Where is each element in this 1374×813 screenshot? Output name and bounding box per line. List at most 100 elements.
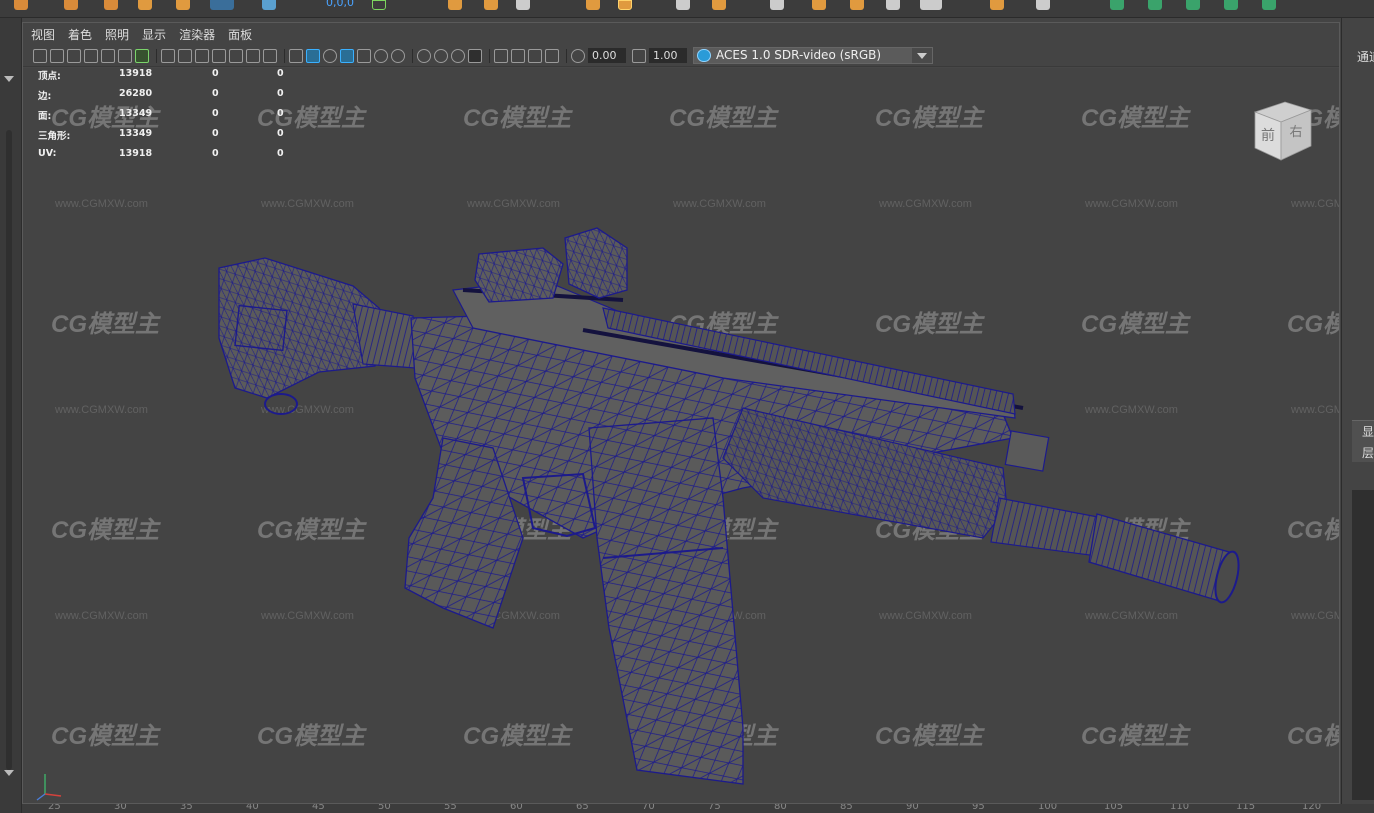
- menu-renderer[interactable]: 渲染器: [179, 26, 215, 43]
- lock-camera-icon[interactable]: [50, 48, 64, 63]
- color-space-label: ACES 1.0 SDR-video (sRGB): [716, 48, 882, 62]
- shelf-boolean-icon[interactable]: [712, 0, 726, 10]
- wireframe-on-shaded-icon[interactable]: [340, 48, 354, 63]
- shelf-cube-icon[interactable]: [676, 0, 690, 10]
- motion-blur-icon[interactable]: [434, 48, 448, 63]
- camera-attributes-icon[interactable]: [67, 48, 81, 63]
- display-tab[interactable]: 显: [1362, 423, 1374, 440]
- collapse-down-icon[interactable]: [4, 770, 14, 776]
- shelf-uv-icon-1[interactable]: [1110, 0, 1124, 10]
- shelf-light-icon[interactable]: [176, 0, 190, 10]
- shelf-render-icon[interactable]: [210, 0, 234, 10]
- film-gate-icon[interactable]: [178, 48, 192, 63]
- select-camera-icon[interactable]: [33, 48, 47, 63]
- textured-icon[interactable]: [357, 48, 371, 63]
- shelf-tool-icon[interactable]: [138, 0, 152, 10]
- color-space-dropdown[interactable]: ACES 1.0 SDR-video (sRGB): [693, 47, 933, 64]
- shelf-merge-icon[interactable]: [618, 0, 632, 10]
- safe-action-icon[interactable]: [246, 48, 260, 63]
- shelf-extrude-icon[interactable]: [448, 0, 462, 10]
- bookmark-icon[interactable]: [84, 48, 98, 63]
- 3d-viewport[interactable]: CG模型主 www.CGMXW.com CG模型主 www.CGMXW.com CG模型…: [23, 68, 1339, 803]
- gamma-icon[interactable]: [632, 48, 646, 63]
- ruler-tick: 80: [774, 804, 787, 812]
- shelf-cone-icon[interactable]: [64, 0, 78, 10]
- wireframe-icon[interactable]: [289, 48, 303, 63]
- shelf-grid-icon[interactable]: [516, 0, 530, 10]
- anti-aliasing-icon[interactable]: [451, 48, 465, 63]
- screen-space-ao-icon[interactable]: [417, 48, 431, 63]
- use-lights-icon[interactable]: [374, 48, 388, 63]
- shadows-icon[interactable]: [391, 48, 405, 63]
- channel-box-tab[interactable]: 通道: [1357, 48, 1374, 65]
- grease-pencil-icon[interactable]: [135, 48, 149, 63]
- layer-tab[interactable]: 层: [1362, 444, 1374, 461]
- ruler-tick: 70: [642, 804, 655, 812]
- time-ruler[interactable]: 25 30 35 40 45 50 55 60 65 70 75 80 85 90 95 100 105 110 1…: [22, 804, 1374, 813]
- rifle-wireframe-model: [218, 227, 1240, 785]
- shelf-separate-icon[interactable]: [850, 0, 864, 10]
- ruler-tick: 90: [906, 804, 919, 812]
- collapse-up-icon[interactable]: [4, 76, 14, 82]
- viewport-panel: 视图 着色 照明 显示 渲染器 面板 0.00 1.00 ACES 1.0 SD…: [22, 22, 1340, 804]
- shelf-bevel-icon[interactable]: [484, 0, 498, 10]
- ruler-tick: 85: [840, 804, 853, 812]
- smooth-shade-icon[interactable]: [306, 48, 320, 63]
- shelf-uv-icon-3[interactable]: [1186, 0, 1200, 10]
- rifle-optic: [474, 227, 628, 303]
- layer-list[interactable]: [1352, 490, 1374, 800]
- shelf-uv-icon-4[interactable]: [1224, 0, 1238, 10]
- ruler-tick: 35: [180, 804, 193, 812]
- shelf-smooth-icon[interactable]: [886, 0, 900, 10]
- exposure-field[interactable]: 0.00: [588, 48, 626, 63]
- 2d-pan-zoom-icon[interactable]: [118, 48, 132, 63]
- menu-panels[interactable]: 面板: [228, 26, 252, 43]
- field-chart-icon[interactable]: [229, 48, 243, 63]
- left-tool-strip: [0, 18, 22, 813]
- depth-of-field-icon[interactable]: [468, 48, 482, 63]
- shelf-sphere-icon[interactable]: [14, 0, 28, 10]
- shelf-move-icon[interactable]: [104, 0, 118, 10]
- color-management-icon[interactable]: [697, 49, 711, 62]
- shelf-select-icon[interactable]: [372, 0, 386, 10]
- chevron-down-icon[interactable]: [912, 48, 932, 63]
- shelf-combine-icon[interactable]: [812, 0, 826, 10]
- rifle-magazine: [588, 417, 744, 785]
- view-cube-right-label[interactable]: 右: [1289, 125, 1302, 140]
- shelf-snap-icon[interactable]: [1036, 0, 1050, 10]
- shelf-uv-icon-5[interactable]: [1262, 0, 1276, 10]
- toolbar-divider: [489, 48, 490, 63]
- menu-shading[interactable]: 着色: [68, 26, 92, 43]
- ruler-tick: 115: [1236, 804, 1256, 812]
- shelf-pivot-icon[interactable]: [990, 0, 1004, 10]
- camera-label: persp: [659, 801, 691, 803]
- image-plane-icon[interactable]: [101, 48, 115, 63]
- menu-lighting[interactable]: 照明: [105, 26, 129, 43]
- toolbar-divider: [284, 48, 285, 63]
- view-cube-front-label[interactable]: 前: [1261, 127, 1275, 144]
- safe-title-icon[interactable]: [263, 48, 277, 63]
- isolate-select-icon[interactable]: [494, 48, 508, 63]
- shelf-bridge-icon[interactable]: [586, 0, 600, 10]
- exposure-icon[interactable]: [571, 48, 585, 63]
- menu-view[interactable]: 视图: [31, 26, 55, 43]
- xray-components-icon[interactable]: [545, 48, 559, 63]
- shelf-uv-icon-2[interactable]: [1148, 0, 1162, 10]
- xray-joints-icon[interactable]: [528, 48, 542, 63]
- menu-show[interactable]: 显示: [142, 26, 166, 43]
- gamma-field[interactable]: 1.00: [649, 48, 687, 63]
- gate-mask-icon[interactable]: [212, 48, 226, 63]
- shelf-mirror-icon[interactable]: [770, 0, 784, 10]
- default-material-icon[interactable]: [323, 48, 337, 63]
- ruler-tick: 105: [1104, 804, 1124, 812]
- shelf-coord-text: 0,0,0: [326, 0, 354, 9]
- resolution-gate-icon[interactable]: [195, 48, 209, 63]
- view-cube[interactable]: 前 右: [1249, 98, 1313, 162]
- shelf-align-icon[interactable]: [920, 0, 942, 10]
- shelf-camera-icon[interactable]: [262, 0, 276, 10]
- left-scrollbar[interactable]: [6, 130, 12, 770]
- grid-icon[interactable]: [161, 48, 175, 63]
- toolbar-divider: [566, 48, 567, 63]
- xray-icon[interactable]: [511, 48, 525, 63]
- ruler-tick: 50: [378, 804, 391, 812]
